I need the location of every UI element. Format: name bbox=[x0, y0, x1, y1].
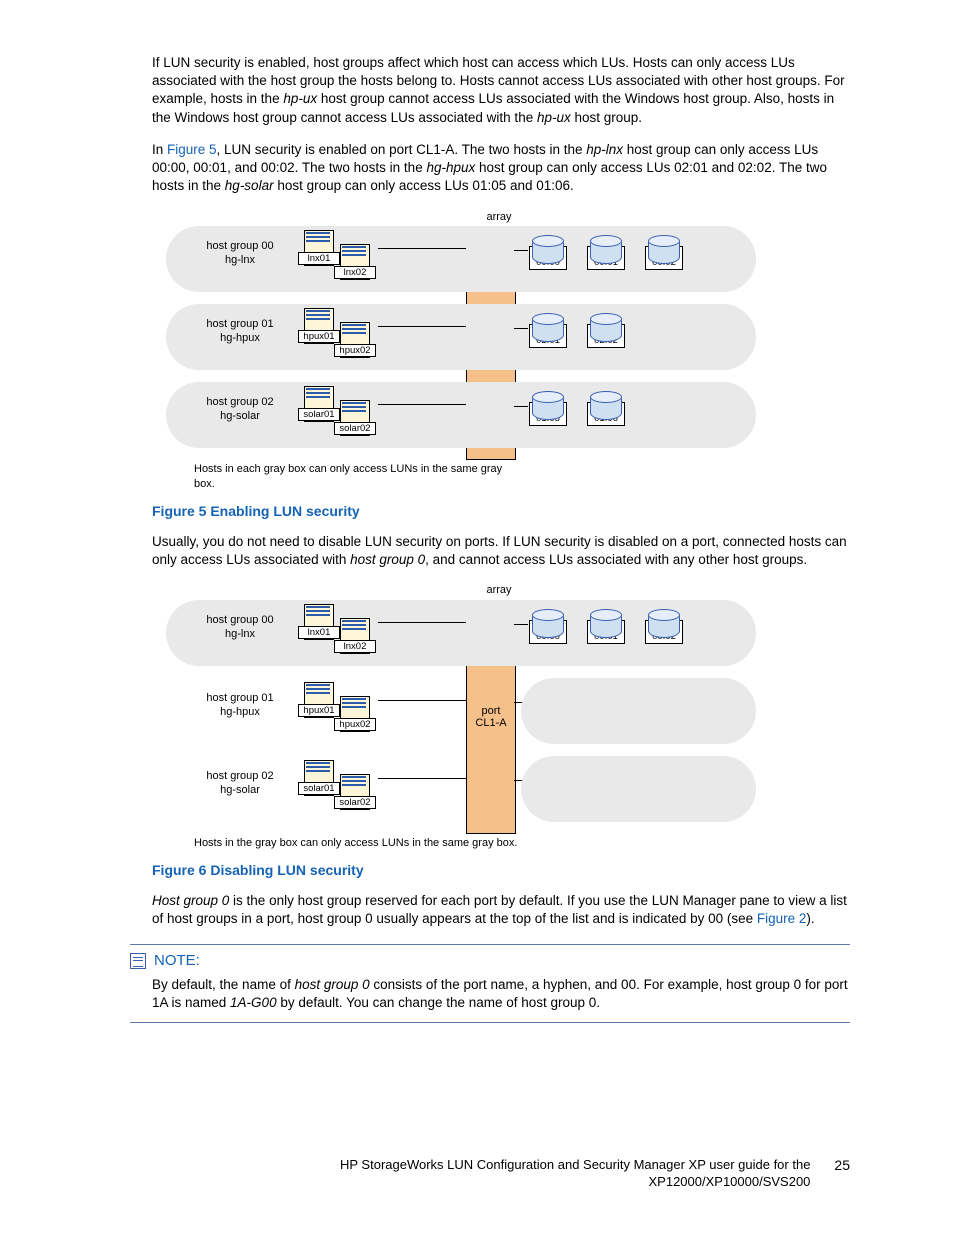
note-icon bbox=[130, 953, 146, 969]
text: by default. You can change the name of h… bbox=[277, 995, 601, 1010]
text-italic: hp-ux bbox=[283, 91, 317, 106]
lun-icon: LUN200:02 bbox=[642, 236, 686, 270]
text: In bbox=[152, 142, 167, 157]
text: By default, the name of bbox=[152, 977, 295, 992]
text: , LUN security is enabled on port CL1-A.… bbox=[217, 142, 587, 157]
host-lun-row: host group 01hg-hpuxhpux01hpux02LUN002:0… bbox=[166, 678, 756, 744]
footer-text-line2: XP12000/XP10000/SVS200 bbox=[340, 1173, 810, 1191]
lun-icon: LUN000:00 bbox=[526, 236, 570, 270]
host-lun-row: host group 02hg-solarsolar01solar02LUN00… bbox=[166, 756, 756, 822]
note-title: NOTE: bbox=[154, 951, 200, 971]
host-group-label: host group 02hg-solar bbox=[186, 770, 294, 798]
host-group-label: host group 02hg-solar bbox=[186, 396, 294, 424]
lun-icon: LUN102:02 bbox=[584, 688, 628, 722]
lun-icon: LUN002:01 bbox=[526, 688, 570, 722]
text-italic: host group 0 bbox=[295, 977, 370, 992]
page-footer: HP StorageWorks LUN Configuration and Se… bbox=[152, 1156, 850, 1191]
text-italic: hp-ux bbox=[537, 110, 571, 125]
host-lun-row: host group 00hg-lnxlnx01lnx02LUN000:00LU… bbox=[166, 226, 756, 292]
note-body: By default, the name of host group 0 con… bbox=[152, 976, 850, 1012]
host-icon: solar02 bbox=[334, 400, 378, 438]
lun-icon: LUN200:02 bbox=[642, 610, 686, 644]
host-icon: hpux02 bbox=[334, 322, 378, 360]
figure5-caption: Figure 5 Enabling LUN security bbox=[152, 502, 850, 521]
host-group-label: host group 01hg-hpux bbox=[186, 692, 294, 720]
host-group-label: host group 01hg-hpux bbox=[186, 318, 294, 346]
lun-icon: LUN101:06 bbox=[584, 766, 628, 800]
array-label: array bbox=[474, 210, 524, 225]
host-icon: hpux02 bbox=[334, 696, 378, 734]
lun-icon: LUN101:06 bbox=[584, 392, 628, 426]
diagram-footnote: Hosts in each gray box can only access L… bbox=[194, 462, 524, 492]
lun-icon: LUN100:01 bbox=[584, 610, 628, 644]
text-italic: 1A-G00 bbox=[230, 995, 277, 1010]
link-figure5[interactable]: Figure 5 bbox=[167, 142, 217, 157]
figure6-caption: Figure 6 Disabling LUN security bbox=[152, 861, 850, 880]
text: host group. bbox=[571, 110, 642, 125]
paragraph-hostgroup0: Host group 0 is the only host group rese… bbox=[152, 892, 850, 928]
diagram-footnote: Hosts in the gray box can only access LU… bbox=[194, 836, 524, 851]
lun-icon: LUN000:00 bbox=[526, 610, 570, 644]
text: , and cannot access LUs associated with … bbox=[425, 552, 807, 567]
text-italic: host group 0 bbox=[350, 552, 425, 567]
text: host group can only access LUs 01:05 and… bbox=[274, 178, 574, 193]
text-italic: hp-lnx bbox=[586, 142, 623, 157]
paragraph-security: If LUN security is enabled, host groups … bbox=[152, 54, 850, 127]
text-italic: hg-solar bbox=[225, 178, 274, 193]
lun-icon: LUN001:05 bbox=[526, 766, 570, 800]
array-label: array bbox=[474, 583, 524, 598]
host-icon: lnx02 bbox=[334, 618, 378, 656]
link-figure2[interactable]: Figure 2 bbox=[757, 911, 807, 926]
page-number: 25 bbox=[834, 1156, 850, 1175]
host-group-label: host group 00hg-lnx bbox=[186, 614, 294, 642]
lun-icon: LUN102:02 bbox=[584, 314, 628, 348]
lun-icon: LUN100:01 bbox=[584, 236, 628, 270]
paragraph-figure5-desc: In Figure 5, LUN security is enabled on … bbox=[152, 141, 850, 196]
host-lun-row: host group 02hg-solarsolar01solar02LUN00… bbox=[166, 382, 756, 448]
host-group-label: host group 00hg-lnx bbox=[186, 240, 294, 268]
host-icon: lnx02 bbox=[334, 244, 378, 282]
text: ). bbox=[806, 911, 814, 926]
figure5-diagram: arrayportCL1-Ahost group 00hg-lnxlnx01ln… bbox=[166, 210, 756, 493]
host-lun-row: host group 01hg-hpuxhpux01hpux02LUN002:0… bbox=[166, 304, 756, 370]
host-icon: solar02 bbox=[334, 774, 378, 812]
footer-text-line1: HP StorageWorks LUN Configuration and Se… bbox=[340, 1156, 810, 1174]
lun-icon: LUN001:05 bbox=[526, 392, 570, 426]
paragraph-disable: Usually, you do not need to disable LUN … bbox=[152, 533, 850, 569]
figure6-diagram: arrayportCL1-Ahost group 00hg-lnxlnx01ln… bbox=[166, 583, 756, 851]
text-italic: Host group 0 bbox=[152, 893, 229, 908]
lun-icon: LUN002:01 bbox=[526, 314, 570, 348]
host-lun-row: host group 00hg-lnxlnx01lnx02LUN000:00LU… bbox=[166, 600, 756, 666]
text: is the only host group reserved for each… bbox=[152, 893, 847, 926]
text-italic: hg-hpux bbox=[426, 160, 475, 175]
note-block: NOTE: By default, the name of host group… bbox=[130, 944, 850, 1023]
